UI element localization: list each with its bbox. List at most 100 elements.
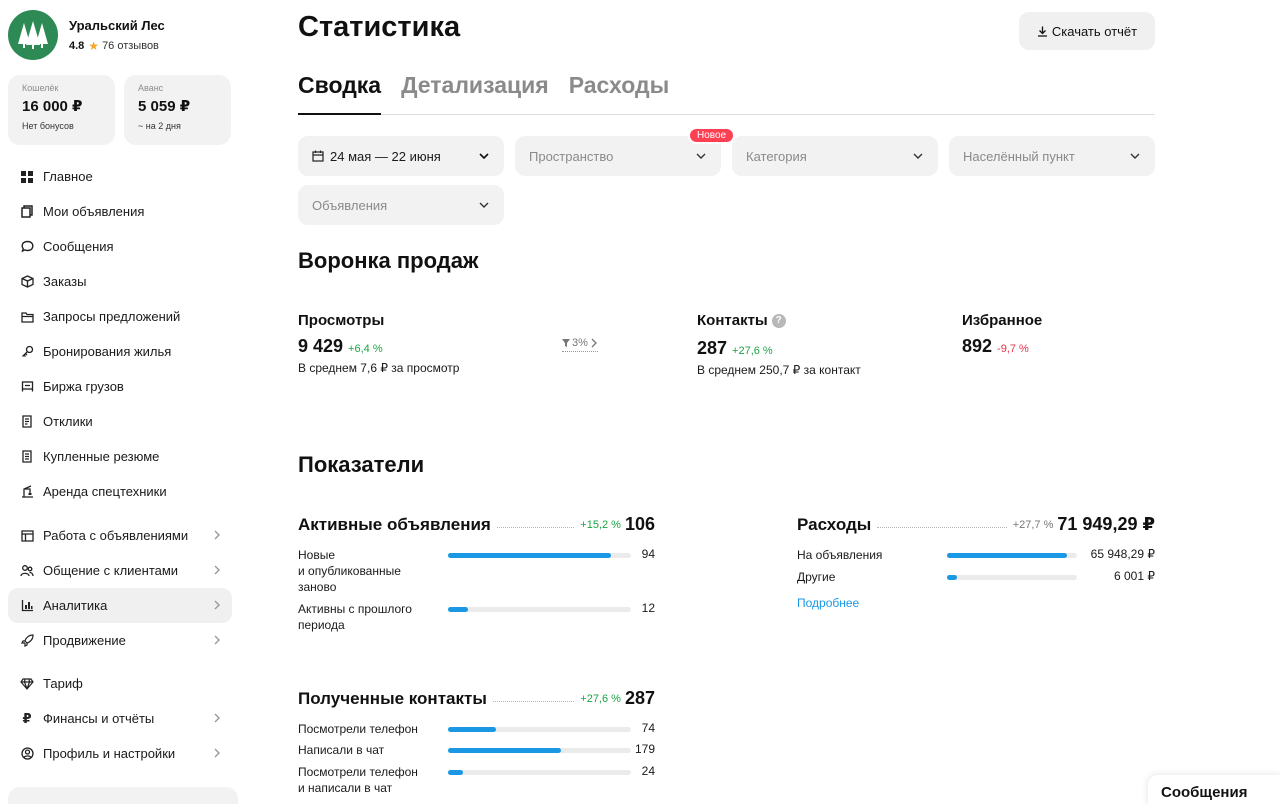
sidebar-item-label: Мои объявления (43, 204, 145, 219)
sidebar-item-analytics[interactable]: Аналитика (8, 588, 232, 623)
advance-card[interactable]: Аванс 5 059 ₽ ~ на 2 дня (124, 75, 231, 145)
date-range-filter[interactable]: 24 мая — 22 июня (298, 136, 504, 176)
profile-name: Уральский Лес (69, 17, 165, 33)
contacts-label: Контакты (697, 312, 768, 329)
sidebar-item-label: Продвижение (43, 633, 126, 648)
chevron-down-icon (913, 153, 923, 159)
sidebar-item-messages[interactable]: Сообщения (8, 229, 232, 264)
sidebar: Уральский Лес 4.8 ★ 76 отзывов Кошелёк 1… (0, 0, 240, 804)
people-icon (20, 564, 34, 578)
tab-bar: Сводка Детализация Расходы (298, 72, 1155, 115)
sidebar-item-label: Тариф (43, 676, 83, 691)
rating-value: 4.8 (69, 39, 85, 52)
locality-filter-placeholder: Населённый пункт (963, 148, 1075, 164)
sidebar-item-finance[interactable]: ₽ Финансы и отчёты (8, 701, 232, 736)
profile-rating[interactable]: 4.8 ★ 76 отзывов (69, 39, 165, 53)
wallet-sub: Нет бонусов (22, 121, 74, 131)
wallets: Кошелёк 16 000 ₽ Нет бонусов Аванс 5 059… (8, 75, 231, 145)
chevron-right-icon (214, 530, 220, 540)
category-filter[interactable]: Категория (732, 136, 938, 176)
contacts-row-value: 74 (641, 721, 655, 735)
key-icon (20, 345, 34, 359)
expenses-title: Расходы (797, 514, 872, 534)
rocket-icon (20, 634, 34, 648)
sidebar-item-machinery[interactable]: Аренда спецтехники (8, 474, 232, 509)
date-range-value: 24 мая — 22 июня (330, 148, 441, 164)
sidebar-item-label: Общение с клиентами (43, 563, 179, 578)
sidebar-item-home[interactable]: Главное (8, 159, 232, 194)
sidebar-item-my-ads[interactable]: Мои объявления (8, 194, 232, 229)
active-ads-row-label: Новые и опубликованные заново (298, 548, 401, 594)
sidebar-item-orders[interactable]: Заказы (8, 264, 232, 299)
favorites-change: -9,7 % (997, 343, 1029, 355)
funnel-title: Воронка продаж (298, 248, 479, 273)
sidebar-item-tariff[interactable]: Тариф (8, 666, 232, 701)
contacts-row-label: Посмотрели телефон и написали в чат (298, 765, 418, 795)
sidebar-item-cargo[interactable]: Биржа грузов (8, 369, 232, 404)
tab-details[interactable]: Детализация (401, 72, 549, 115)
chevron-right-icon (214, 748, 220, 758)
sidebar-item-promotion[interactable]: Продвижение (8, 623, 232, 658)
crane-icon (20, 485, 34, 499)
wallet-card[interactable]: Кошелёк 16 000 ₽ Нет бонусов (8, 75, 115, 145)
favorites-label: Избранное (962, 312, 1043, 329)
sidebar-item-clients[interactable]: Общение с клиентами (8, 553, 232, 588)
progress-fill (448, 770, 463, 775)
ads-filter[interactable]: Объявления (298, 185, 504, 225)
contacts-row-value: 179 (634, 742, 655, 756)
document-icon (20, 415, 34, 429)
sidebar-bottom-card[interactable] (8, 787, 238, 804)
sidebar-item-label: Профиль и настройки (43, 746, 176, 761)
views-change: +6,4 % (348, 343, 383, 355)
sidebar-item-label: Финансы и отчёты (43, 711, 155, 726)
indicators-title: Показатели (298, 452, 425, 477)
sidebar-item-ads-work[interactable]: Работа с объявлениями (8, 518, 232, 553)
chevron-right-icon (214, 713, 220, 723)
sidebar-item-label: Купленные резюме (43, 449, 160, 464)
chat-bubble-icon (20, 240, 34, 254)
wallet-label: Кошелёк (22, 83, 59, 93)
chevron-right-icon (591, 338, 597, 348)
user-circle-icon (20, 747, 34, 761)
favorites-value: 892 (962, 336, 993, 356)
received-contacts-title: Полученные контакты (298, 688, 487, 708)
avatar[interactable] (8, 10, 58, 60)
grid-icon (20, 170, 34, 184)
sidebar-item-profile[interactable]: Профиль и настройки (8, 736, 232, 771)
folder-icon (20, 310, 34, 324)
advance-label: Аванс (138, 83, 164, 93)
active-ads-header: Активные объявления +15,2 % 106 (298, 514, 655, 535)
progress-bar (448, 607, 631, 612)
chevron-down-icon (479, 202, 489, 208)
progress-fill (947, 553, 1067, 558)
locality-filter[interactable]: Населённый пункт (949, 136, 1155, 176)
progress-bar (448, 553, 631, 558)
chevron-right-icon (214, 600, 220, 610)
sidebar-item-label: Биржа грузов (43, 379, 124, 394)
views-value-row: 9 429 +6,4 % (298, 336, 383, 357)
tab-summary[interactable]: Сводка (298, 72, 382, 115)
space-filter-placeholder: Пространство (529, 148, 614, 164)
download-report-button[interactable]: Скачать отчёт (1019, 12, 1155, 50)
help-icon[interactable]: ? (771, 313, 786, 328)
contacts-row-value: 24 (641, 764, 655, 778)
funnel-icon (562, 339, 570, 347)
sidebar-item-resumes[interactable]: Купленные резюме (8, 439, 232, 474)
contacts-label-row: Контакты ? (697, 312, 786, 329)
messages-chat-tab[interactable]: Сообщения (1148, 775, 1280, 804)
sidebar-item-bookings[interactable]: Бронирования жилья (8, 334, 232, 369)
received-contacts-header: Полученные контакты +27,6 % 287 (298, 688, 655, 709)
sidebar-item-label: Отклики (43, 414, 93, 429)
conversion-value: 3% (572, 337, 588, 349)
reviews-count: 76 отзывов (102, 39, 159, 52)
download-icon (1037, 26, 1047, 37)
sidebar-item-requests[interactable]: Запросы предложений (8, 299, 232, 334)
received-contacts-value: 287 (624, 688, 655, 708)
sidebar-nav: Главное Мои объявления Сообщения Заказы … (8, 159, 232, 771)
profile-card[interactable]: Уральский Лес 4.8 ★ 76 отзывов (8, 10, 165, 60)
tab-expenses[interactable]: Расходы (569, 72, 670, 115)
box-icon (20, 275, 34, 289)
sidebar-item-responses[interactable]: Отклики (8, 404, 232, 439)
expenses-more-link[interactable]: Подробнее (797, 596, 859, 610)
conversion-link[interactable]: 3% (562, 337, 598, 352)
